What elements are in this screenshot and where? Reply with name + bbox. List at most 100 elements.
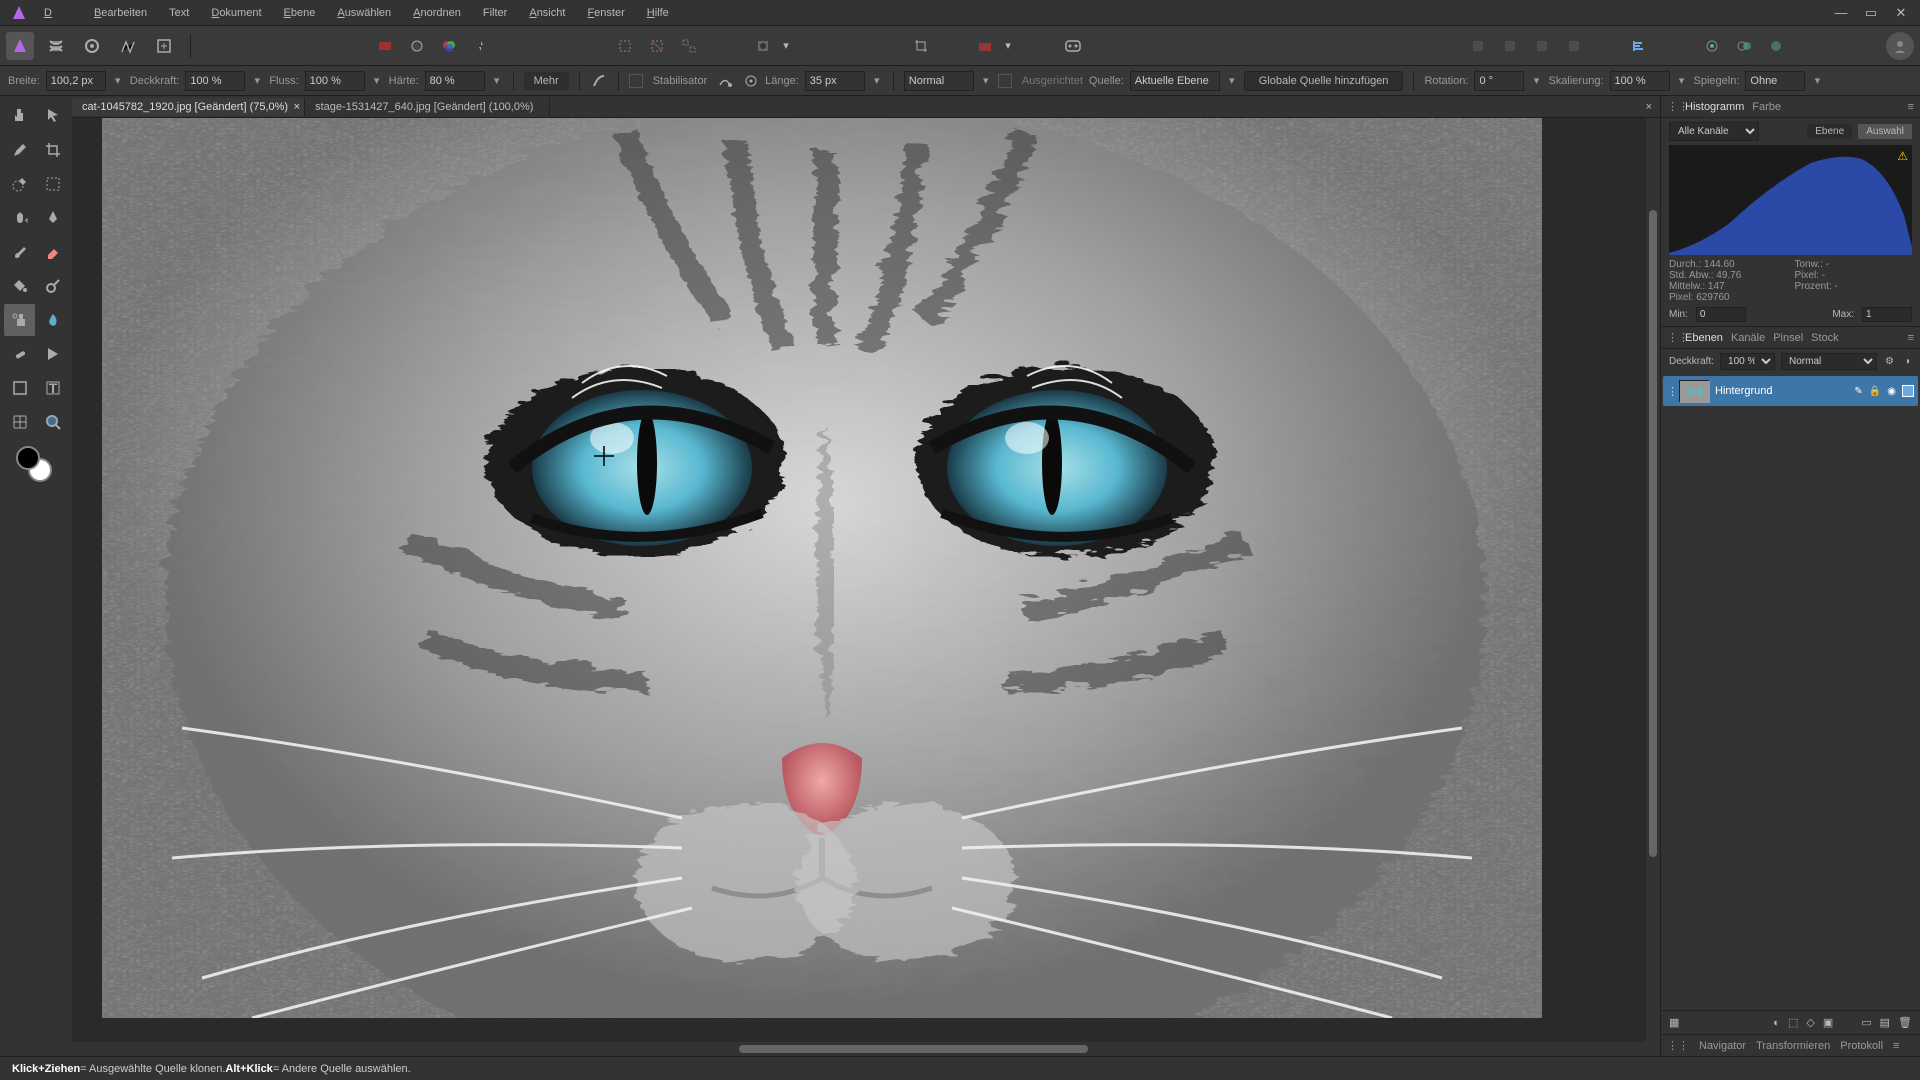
document-tab-1[interactable]: cat-1045782_1920.jpg [Geändert] (75,0%) … xyxy=(72,98,305,116)
layer-item-background[interactable]: ⋮ Hintergrund ✎ 🔒 ◉ xyxy=(1663,376,1918,406)
transform-tab[interactable]: Transformieren xyxy=(1756,1040,1830,1052)
close-button[interactable]: ✕ xyxy=(1886,1,1916,25)
width-input[interactable] xyxy=(46,71,106,91)
shape-tool[interactable] xyxy=(4,372,35,404)
hardness-dropdown[interactable]: ▾ xyxy=(491,74,503,87)
snapshot-button[interactable] xyxy=(971,32,999,60)
channels-tab[interactable]: Kanäle xyxy=(1731,332,1765,344)
layer-blend-select[interactable]: Normal xyxy=(1781,353,1877,370)
sync-1[interactable] xyxy=(1698,32,1726,60)
sync-2[interactable] xyxy=(1730,32,1758,60)
menu-arrange[interactable]: Anordnen xyxy=(403,3,471,23)
more-button[interactable]: Mehr xyxy=(524,72,569,90)
paint-brush-tool[interactable] xyxy=(4,236,35,268)
layer-lock-icon[interactable]: 🔒 xyxy=(1869,386,1881,397)
align-button[interactable] xyxy=(1624,32,1652,60)
layer-fx-icon[interactable]: ◑ xyxy=(1902,356,1912,367)
opacity-dropdown[interactable]: ▾ xyxy=(251,74,263,87)
menu-file[interactable]: D xyxy=(34,3,82,23)
vertical-scrollbar[interactable] xyxy=(1646,118,1660,1042)
horizontal-scrollbar[interactable] xyxy=(72,1042,1660,1056)
menu-window[interactable]: Fenster xyxy=(577,3,634,23)
layer-mask-icon[interactable]: ▦ xyxy=(1669,1016,1679,1029)
panel-handle-icon[interactable]: ⋮⋮ xyxy=(1667,100,1673,114)
brush-settings-icon[interactable] xyxy=(590,72,608,90)
blend-mode-select[interactable] xyxy=(904,71,974,91)
marquee-tool[interactable] xyxy=(37,168,68,200)
brush-tab[interactable]: Pinsel xyxy=(1773,332,1803,344)
mirror-select[interactable] xyxy=(1745,71,1805,91)
delete-layer-icon[interactable]: 🗑 xyxy=(1898,1016,1912,1029)
length-input[interactable] xyxy=(805,71,865,91)
panel-options-icon[interactable]: ≡ xyxy=(1908,101,1914,113)
layers-tab[interactable]: Ebenen xyxy=(1685,332,1723,344)
add-global-source-button[interactable]: Globale Quelle hinzufügen xyxy=(1244,71,1404,91)
minimize-button[interactable]: — xyxy=(1826,1,1856,25)
histogram-max-input[interactable] xyxy=(1862,307,1912,322)
layer-scope-button[interactable]: Ebene xyxy=(1807,124,1852,139)
layer-visible-checkbox[interactable] xyxy=(1902,385,1914,397)
stabilizer-checkbox[interactable] xyxy=(629,74,643,88)
flood-select-tool[interactable] xyxy=(4,202,35,234)
stabilizer-rope-icon[interactable] xyxy=(743,73,759,89)
move-tool[interactable] xyxy=(37,100,68,132)
layer-link-icon[interactable]: ◉ xyxy=(1887,386,1896,397)
color-swatches[interactable] xyxy=(4,440,68,488)
flow-input[interactable] xyxy=(305,71,365,91)
stock-tab[interactable]: Stock xyxy=(1811,332,1839,344)
blend-dropdown[interactable]: ▾ xyxy=(980,74,992,87)
dodge-tool[interactable] xyxy=(37,270,68,302)
color-tab[interactable]: Farbe xyxy=(1752,101,1781,113)
assistant-button[interactable] xyxy=(1059,32,1087,60)
selection-brush-tool[interactable] xyxy=(4,168,35,200)
arrange-4[interactable] xyxy=(1560,32,1588,60)
crop-tool[interactable] xyxy=(37,134,68,166)
menu-layer[interactable]: Ebene xyxy=(274,3,326,23)
smudge-tool[interactable] xyxy=(37,304,68,336)
healing-tool[interactable] xyxy=(4,338,35,370)
photo-persona-button[interactable] xyxy=(6,32,34,60)
selection-scope-button[interactable]: Auswahl xyxy=(1858,124,1912,139)
menu-select[interactable]: Auswählen xyxy=(327,3,401,23)
auto-contrast-button[interactable] xyxy=(403,32,431,60)
length-dropdown[interactable]: ▾ xyxy=(871,74,883,87)
histogram-min-input[interactable] xyxy=(1696,307,1746,322)
auto-white-balance-button[interactable] xyxy=(467,32,495,60)
hardness-input[interactable] xyxy=(425,71,485,91)
group-icon[interactable]: ▭ xyxy=(1861,1016,1871,1029)
histogram-tab[interactable]: Histogramm xyxy=(1685,101,1744,113)
selection-hide-button[interactable] xyxy=(611,32,639,60)
history-tab[interactable]: Protokoll xyxy=(1840,1040,1883,1052)
panel-options-icon[interactable]: ≡ xyxy=(1908,332,1914,344)
document-tab-2[interactable]: stage-1531427_640.jpg [Geändert] (100,0%… xyxy=(305,98,550,116)
adjustment-icon[interactable]: ◐ xyxy=(1773,1017,1780,1029)
menu-document[interactable]: Dokument xyxy=(201,3,271,23)
stabilizer-mode-icon[interactable] xyxy=(717,73,733,89)
layer-drag-icon[interactable]: ⋮ xyxy=(1667,385,1673,398)
menu-view[interactable]: Ansicht xyxy=(519,3,575,23)
develop-persona-button[interactable] xyxy=(78,32,106,60)
selection-show-button[interactable] xyxy=(675,32,703,60)
tone-persona-button[interactable] xyxy=(114,32,142,60)
arrange-2[interactable] xyxy=(1496,32,1524,60)
arrange-3[interactable] xyxy=(1528,32,1556,60)
erase-tool[interactable] xyxy=(37,236,68,268)
aligned-checkbox[interactable] xyxy=(998,74,1012,88)
quick-mask-button[interactable] xyxy=(749,32,777,60)
navigator-tab[interactable]: Navigator xyxy=(1699,1040,1746,1052)
rotation-input[interactable] xyxy=(1474,71,1524,91)
mesh-tool[interactable] xyxy=(4,406,35,438)
rotation-dropdown[interactable]: ▾ xyxy=(1530,74,1542,87)
close-all-tabs[interactable]: × xyxy=(1638,101,1660,113)
close-tab-1[interactable]: × xyxy=(294,101,300,113)
layer-edit-icon[interactable]: ✎ xyxy=(1854,386,1862,397)
clone-tool[interactable] xyxy=(4,304,35,336)
menu-filter[interactable]: Filter xyxy=(473,3,517,23)
layer-cog-icon[interactable]: ⚙ xyxy=(1883,356,1896,367)
snapshot-dropdown[interactable]: ▾ xyxy=(1003,32,1013,60)
menu-help[interactable]: Hilfe xyxy=(637,3,679,23)
width-dropdown[interactable]: ▾ xyxy=(112,74,124,87)
fill-tool[interactable] xyxy=(4,270,35,302)
opacity-input[interactable] xyxy=(185,71,245,91)
quick-mask-dropdown[interactable]: ▾ xyxy=(781,32,791,60)
